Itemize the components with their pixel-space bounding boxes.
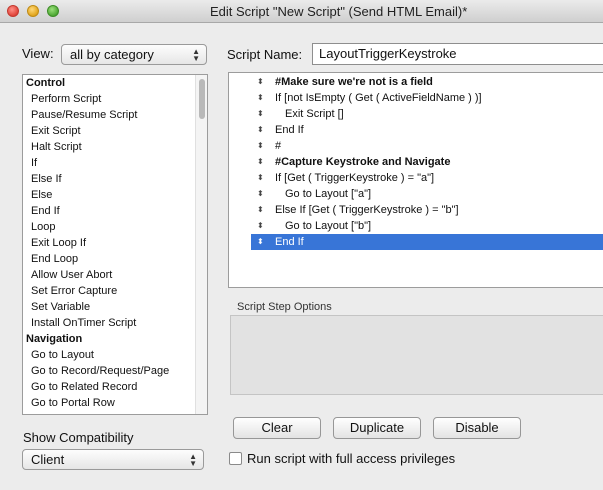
step-item[interactable]: Allow User Abort <box>23 267 207 283</box>
script-line[interactable]: ⬍ #Capture Keystroke and Navigate <box>251 154 603 170</box>
drag-handle-icon[interactable]: ⬍ <box>257 202 264 218</box>
drag-handle-icon[interactable]: ⬍ <box>257 106 264 122</box>
step-item[interactable]: Pause/Resume Script <box>23 107 207 123</box>
step-item[interactable]: Go to Related Record <box>23 379 207 395</box>
close-window-button[interactable] <box>7 5 19 17</box>
zoom-window-button[interactable] <box>47 5 59 17</box>
script-line[interactable]: ⬍ Exit Script [] <box>251 106 603 122</box>
view-popup[interactable]: all by category ▲ ▼ <box>61 44 207 65</box>
script-line[interactable]: ⬍ #Make sure we're not is a field <box>251 74 603 90</box>
view-label: View: <box>22 46 54 61</box>
popup-arrows-icon: ▲ ▼ <box>189 452 197 468</box>
step-item[interactable]: Halt Script <box>23 139 207 155</box>
step-item[interactable]: Go to Portal Row <box>23 395 207 411</box>
compatibility-popup-value: Client <box>31 452 65 467</box>
full-access-label[interactable]: Run script with full access privileges <box>247 451 455 466</box>
step-item[interactable]: Loop <box>23 219 207 235</box>
show-compatibility-label: Show Compatibility <box>23 430 134 445</box>
drag-handle-icon[interactable]: ⬍ <box>257 186 264 202</box>
drag-handle-icon[interactable]: ⬍ <box>257 122 264 138</box>
script-line[interactable]: ⬍ # <box>251 138 603 154</box>
script-line-text: If [Get ( TriggerKeystroke ) = "a"] <box>275 172 435 184</box>
step-item[interactable]: Go to Record/Request/Page <box>23 363 207 379</box>
window-title: Edit Script "New Script" (Send HTML Emai… <box>210 4 468 19</box>
step-category[interactable]: Navigation <box>23 331 207 347</box>
drag-handle-icon[interactable]: ⬍ <box>257 74 264 90</box>
duplicate-button[interactable]: Duplicate <box>333 417 421 439</box>
step-item[interactable]: Go to Layout <box>23 347 207 363</box>
script-editor[interactable]: ⬍ #Make sure we're not is a field ⬍ If [not… <box>228 72 603 288</box>
script-line-text: #Capture Keystroke and Navigate <box>275 156 451 168</box>
script-line[interactable]: ⬍ If [Get ( TriggerKeystroke ) = "a"] <box>251 170 603 186</box>
title-bar: Edit Script "New Script" (Send HTML Emai… <box>0 0 603 23</box>
clear-button[interactable]: Clear <box>233 417 321 439</box>
step-item[interactable]: Set Error Capture <box>23 283 207 299</box>
script-line-text: End If <box>275 124 304 136</box>
script-line-text: Else If [Get ( TriggerKeystroke ) = "b"] <box>275 204 459 216</box>
full-access-checkbox[interactable] <box>229 452 242 465</box>
drag-handle-icon[interactable]: ⬍ <box>257 234 264 250</box>
script-line[interactable]: ⬍ Go to Layout ["b"] <box>251 218 603 234</box>
step-item[interactable]: Exit Loop If <box>23 235 207 251</box>
script-line-text: # <box>275 140 282 152</box>
script-lines: ⬍ #Make sure we're not is a field ⬍ If [not… <box>229 74 603 250</box>
script-line-text: Go to Layout ["a"] <box>285 188 372 200</box>
step-category[interactable]: Control <box>23 75 207 91</box>
script-line[interactable]: ⬍ Else If [Get ( TriggerKeystroke ) = "b"… <box>251 202 603 218</box>
popup-arrows-icon: ▲ ▼ <box>192 47 200 63</box>
step-item[interactable]: Exit Script <box>23 123 207 139</box>
step-item[interactable]: End Loop <box>23 251 207 267</box>
script-line-text: If [not IsEmpty ( Get ( ActiveFieldName … <box>275 92 482 104</box>
step-list-rows: Control Perform Script Pause/Resume Script… <box>23 75 207 411</box>
script-step-list[interactable]: Control Perform Script Pause/Resume Script… <box>22 74 208 415</box>
view-popup-value: all by category <box>70 47 154 62</box>
script-line[interactable]: ⬍ Go to Layout ["a"] <box>251 186 603 202</box>
script-name-field[interactable]: LayoutTriggerKeystroke <box>312 43 603 65</box>
disable-button[interactable]: Disable <box>433 417 521 439</box>
script-line[interactable]: ⬍ If [not IsEmpty ( Get ( ActiveFieldName… <box>251 90 603 106</box>
drag-handle-icon[interactable]: ⬍ <box>257 90 264 106</box>
step-item[interactable]: Else <box>23 187 207 203</box>
script-line[interactable]: ⬍ End If <box>251 234 603 250</box>
compatibility-popup[interactable]: Client ▲ ▼ <box>22 449 204 470</box>
script-name-label: Script Name: <box>227 47 303 62</box>
script-line-text: Exit Script [] <box>285 108 344 120</box>
drag-handle-icon[interactable]: ⬍ <box>257 154 264 170</box>
script-line-text: Go to Layout ["b"] <box>285 220 372 232</box>
step-list-scrollbar[interactable] <box>195 75 207 414</box>
step-list-scroll-thumb[interactable] <box>199 79 205 119</box>
step-item[interactable]: Else If <box>23 171 207 187</box>
step-item[interactable]: Install OnTimer Script <box>23 315 207 331</box>
step-item[interactable]: If <box>23 155 207 171</box>
drag-handle-icon[interactable]: ⬍ <box>257 170 264 186</box>
script-line[interactable]: ⬍ End If <box>251 122 603 138</box>
script-line-text: #Make sure we're not is a field <box>275 76 433 88</box>
drag-handle-icon[interactable]: ⬍ <box>257 138 264 154</box>
script-line-text: End If <box>275 236 304 248</box>
step-item[interactable]: Set Variable <box>23 299 207 315</box>
minimize-window-button[interactable] <box>27 5 39 17</box>
step-item[interactable]: End If <box>23 203 207 219</box>
script-step-options-panel <box>230 315 603 395</box>
step-item[interactable]: Perform Script <box>23 91 207 107</box>
script-step-options-label: Script Step Options <box>237 301 332 313</box>
drag-handle-icon[interactable]: ⬍ <box>257 218 264 234</box>
